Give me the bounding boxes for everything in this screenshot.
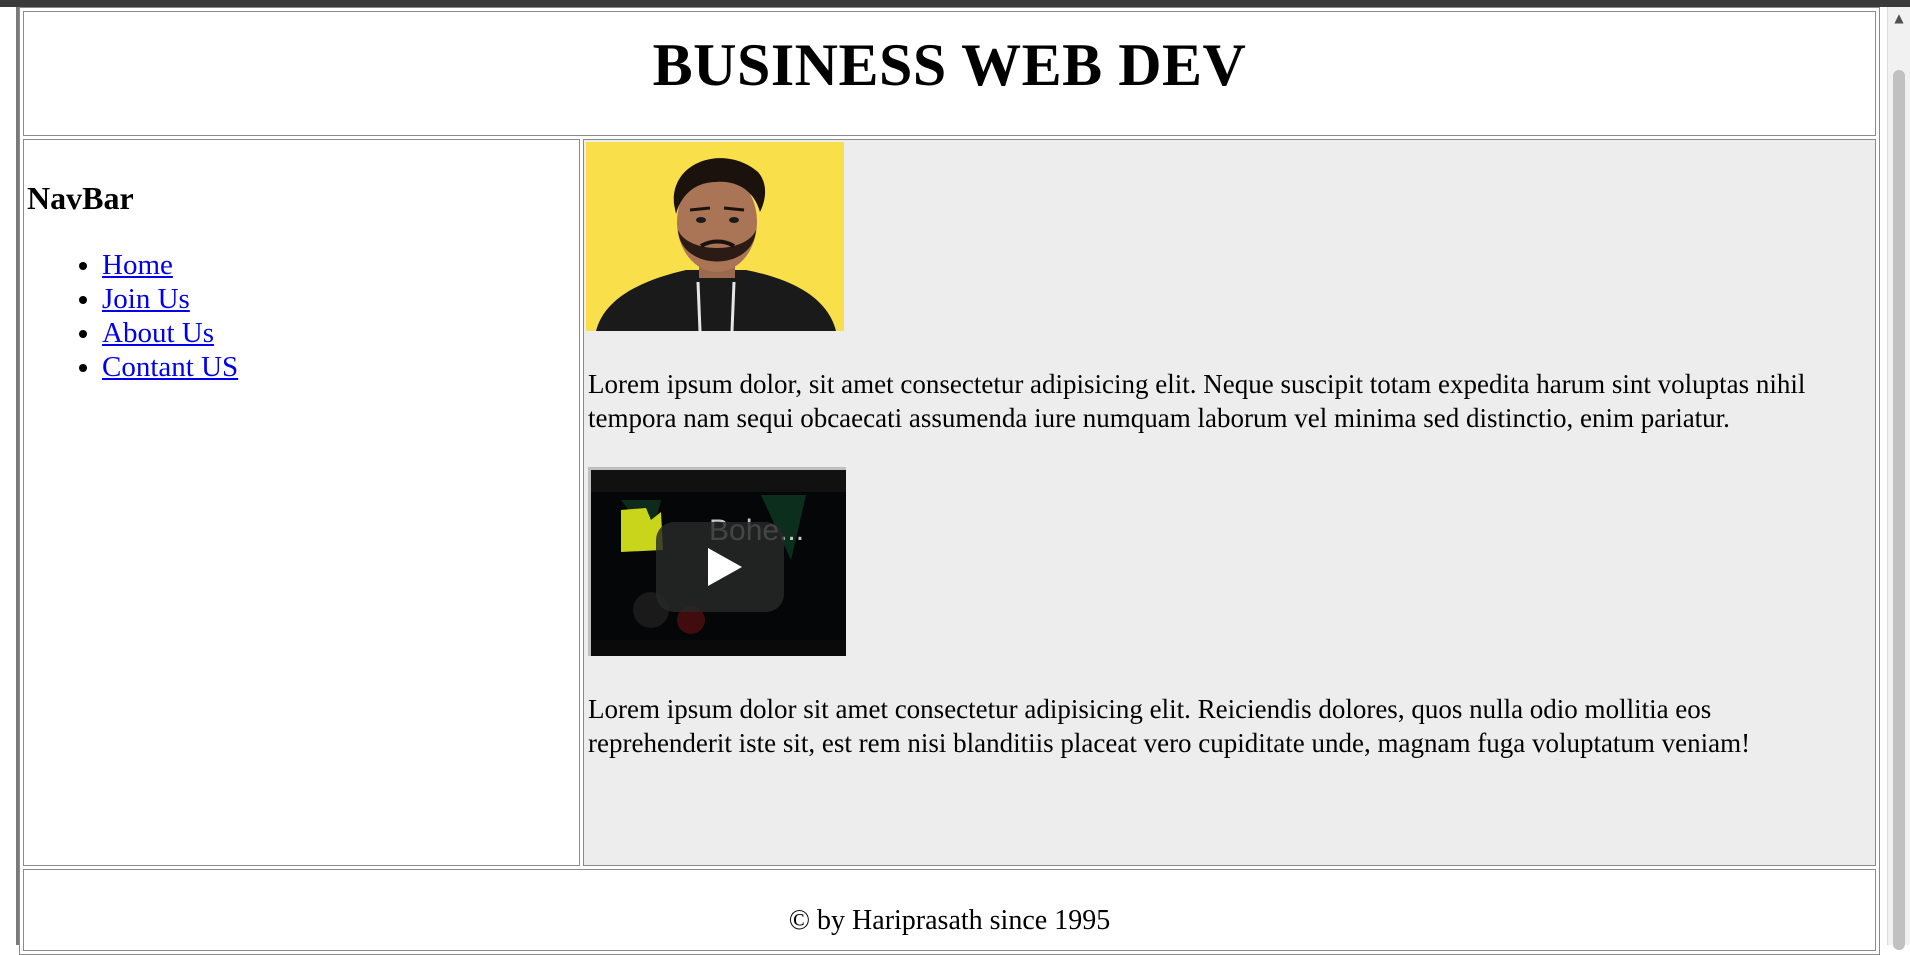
nav-item-contact-us: Contant US [102, 350, 579, 384]
scroll-up-arrow-icon[interactable]: ▲ [1888, 7, 1910, 29]
profile-photo-icon [586, 142, 844, 331]
play-button[interactable] [656, 522, 784, 612]
nav-item-join-us: Join Us [102, 282, 579, 316]
page-title: BUSINESS WEB DEV [652, 32, 1247, 98]
vertical-scrollbar[interactable]: ▲ [1887, 7, 1910, 950]
nav-link-join-us[interactable]: Join Us [102, 283, 190, 315]
footer-text: © by Hariprasath since 1995 [788, 905, 1111, 936]
nav-item-about-us: About Us [102, 316, 579, 350]
nav-link-about-us[interactable]: About Us [102, 317, 214, 349]
nav-cell: NavBar Home Join Us About Us Contant US [23, 139, 580, 866]
browser-top-edge [0, 0, 1910, 7]
scroll-thumb[interactable] [1893, 70, 1905, 950]
embedded-video[interactable]: Bohe... [588, 467, 846, 656]
nav-link-home[interactable]: Home [102, 249, 173, 281]
nav-heading: NavBar [27, 180, 134, 216]
nav-item-home: Home [102, 248, 579, 282]
paragraph-one: Lorem ipsum dolor, sit amet consectetur … [588, 369, 1806, 433]
footer-cell: © by Hariprasath since 1995 [23, 869, 1876, 951]
paragraph-two: Lorem ipsum dolor sit amet consectetur a… [588, 694, 1751, 758]
nav-list: Home Join Us About Us Contant US [27, 248, 579, 384]
play-icon [708, 548, 742, 586]
nav-link-contact-us[interactable]: Contant US [102, 351, 238, 383]
header-cell: BUSINESS WEB DEV [23, 11, 1876, 136]
profile-photo [586, 142, 844, 331]
page-layout-table: BUSINESS WEB DEV NavBar Home Join Us Abo… [19, 7, 1880, 955]
main-content-cell: Lorem ipsum dolor, sit amet consectetur … [583, 139, 1876, 866]
